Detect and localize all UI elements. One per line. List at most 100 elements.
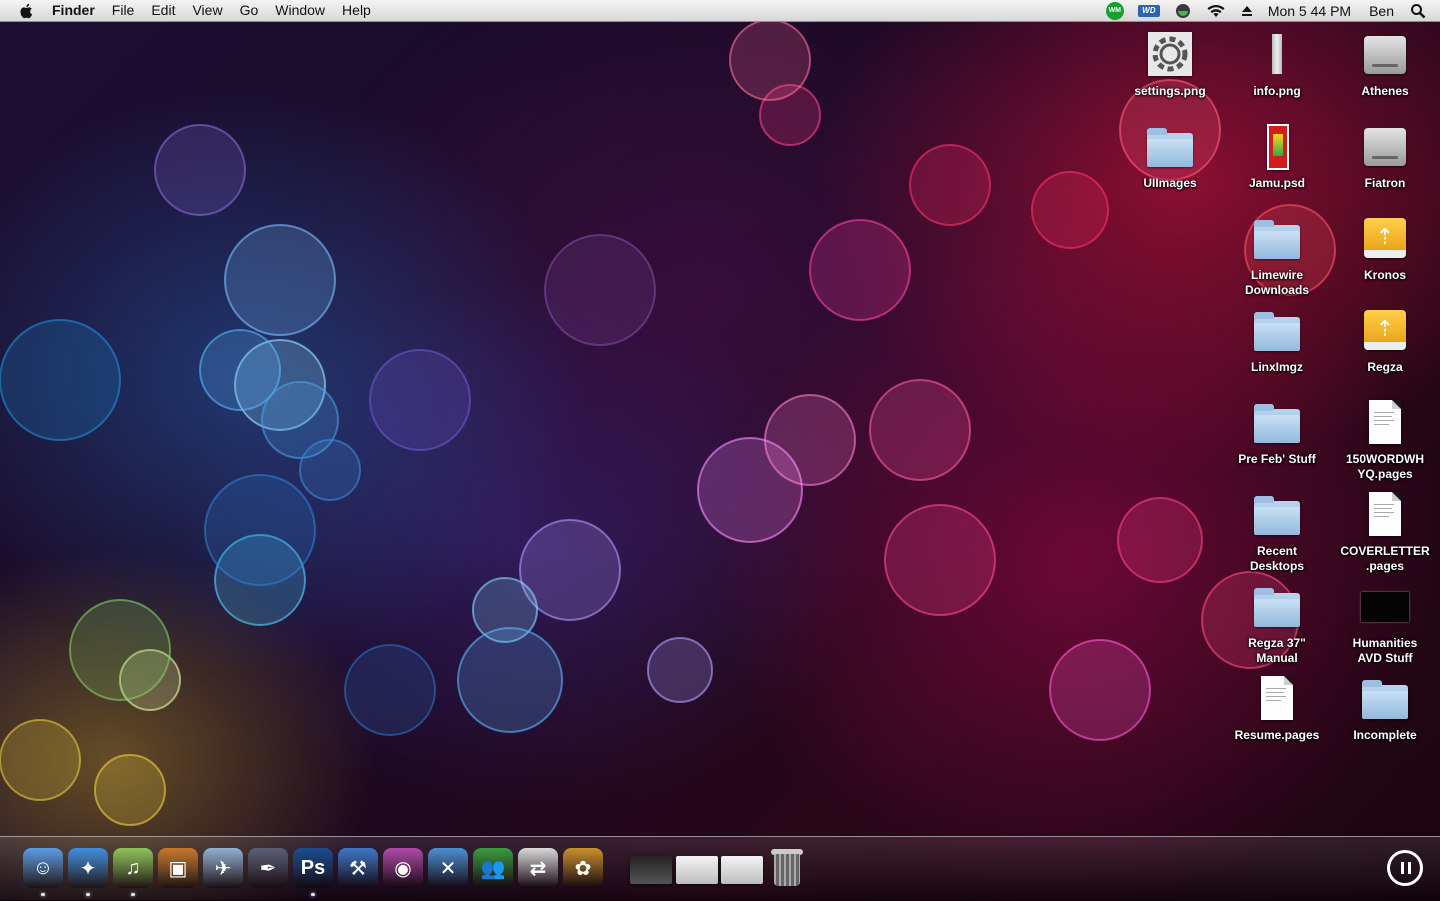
- menu-go[interactable]: Go: [240, 0, 259, 21]
- desktop-icon-humanities-avd-stuff[interactable]: Humanities AVD Stuff: [1331, 582, 1439, 666]
- dock-glyph: ✦: [79, 857, 97, 880]
- bokeh-circle: [457, 627, 563, 733]
- hard-drive-icon: [1359, 30, 1411, 82]
- bokeh-circle: [1117, 497, 1203, 583]
- desktop-icon-pre-feb-stuff[interactable]: Pre Feb' Stuff: [1223, 398, 1331, 467]
- wd-status-icon[interactable]: WD: [1137, 4, 1160, 17]
- desktop-icon-linximgz[interactable]: LinxImgz: [1223, 306, 1331, 375]
- desktop-icon-resume-pages[interactable]: Resume.pages: [1223, 674, 1331, 743]
- desktop-icon-150wordwh-yq-pages[interactable]: 150WORDWH YQ.pages: [1331, 398, 1439, 482]
- dock-glyph: ✿: [574, 857, 592, 880]
- bokeh-circle: [224, 224, 336, 336]
- bokeh-circle: [369, 349, 471, 451]
- desktop-icon-kronos[interactable]: ⇡ Kronos: [1331, 214, 1439, 283]
- bokeh-circle: [299, 439, 361, 501]
- screenshot-stack-icon[interactable]: [630, 856, 672, 884]
- gear-image-icon: [1144, 30, 1196, 82]
- running-indicator: [131, 893, 135, 896]
- photoshop-icon[interactable]: Ps: [293, 848, 333, 888]
- pause-icon[interactable]: [1387, 850, 1423, 886]
- menu-view[interactable]: View: [192, 0, 222, 21]
- wm-status-icon[interactable]: WM: [1105, 1, 1124, 20]
- dock-glyph: ✕: [439, 857, 457, 880]
- pause-bar-left: [1401, 862, 1404, 874]
- desktop-icon-regza-37-manual[interactable]: Regza 37" Manual: [1223, 582, 1331, 666]
- desktop-icon-uiimages[interactable]: UIImages: [1116, 122, 1224, 191]
- iphoto-icon[interactable]: ▣: [158, 848, 198, 888]
- spotlight-search-icon[interactable]: [1410, 3, 1426, 19]
- sync-icon[interactable]: ⇄: [518, 848, 558, 888]
- document-icon: [1251, 674, 1303, 726]
- folder-icon: [1359, 674, 1411, 726]
- usb-drive-icon: ⇡: [1359, 306, 1411, 358]
- window-stack-icon[interactable]: [676, 856, 718, 884]
- desktop-icon-label: Jamu.psd: [1248, 176, 1305, 190]
- pen-tool-icon[interactable]: ✒: [248, 848, 288, 888]
- bokeh-circle: [884, 504, 996, 616]
- desktop-icon-coverletter-pages[interactable]: COVERLETTER .pages: [1331, 490, 1439, 574]
- time-machine-icon[interactable]: [1174, 2, 1192, 20]
- preview-icon[interactable]: ✈: [203, 848, 243, 888]
- bokeh-circle: [0, 719, 81, 801]
- bokeh-circle: [69, 599, 171, 701]
- wifi-icon[interactable]: [1206, 3, 1226, 19]
- running-indicator: [41, 893, 45, 896]
- dock-glyph: Ps: [300, 856, 326, 879]
- desktop-icon-incomplete[interactable]: Incomplete: [1331, 674, 1439, 743]
- bokeh-circle: [94, 754, 166, 826]
- messenger-icon[interactable]: 👥: [473, 848, 513, 888]
- desktop-icon-regza[interactable]: ⇡ Regza: [1331, 306, 1439, 375]
- running-indicator: [311, 893, 315, 896]
- menu-app-name[interactable]: Finder: [52, 0, 95, 21]
- dock-glyph: ✒: [259, 857, 277, 880]
- dock-glyph: 👥: [480, 857, 506, 880]
- pause-bar-right: [1408, 862, 1411, 874]
- eject-icon[interactable]: [1240, 4, 1254, 18]
- desktop-icon-recent-desktops[interactable]: Recent Desktops: [1223, 490, 1331, 574]
- itunes-icon[interactable]: ♫: [113, 848, 153, 888]
- desktop-icon-label: info.png: [1253, 84, 1301, 98]
- desktop-icon-info-png[interactable]: info.png: [1223, 30, 1331, 99]
- safari-icon[interactable]: ✦: [68, 848, 108, 888]
- menu-edit[interactable]: Edit: [151, 0, 175, 21]
- document-icon: [1359, 398, 1411, 450]
- adium-icon[interactable]: ✿: [563, 848, 603, 888]
- desktop-icon-label: LinxImgz: [1250, 360, 1303, 374]
- desktop-icon-settings-png[interactable]: settings.png: [1116, 30, 1224, 99]
- desktop-icon-athenes[interactable]: Athenes: [1331, 30, 1439, 99]
- desktop-icon-jamu-psd[interactable]: Jamu.psd: [1223, 122, 1331, 191]
- desktop-icon-fiatron[interactable]: Fiatron: [1331, 122, 1439, 191]
- menu-window[interactable]: Window: [275, 0, 325, 21]
- bokeh-circle: [204, 474, 316, 586]
- folder-icon: [1251, 398, 1303, 450]
- finder-icon[interactable]: ☺: [23, 848, 63, 888]
- fast-user-switch[interactable]: Ben: [1369, 3, 1394, 19]
- bokeh-circle: [697, 437, 803, 543]
- desktop-icon-label: Kronos: [1364, 268, 1406, 282]
- desktop-icon-label: Recent Desktops: [1249, 544, 1305, 573]
- desktop-icon-label: Regza 37" Manual: [1248, 636, 1306, 665]
- hard-drive-icon: [1359, 122, 1411, 174]
- document-stack-icon[interactable]: [721, 856, 763, 884]
- dock-glyph: ⚒: [349, 857, 367, 880]
- bokeh-circle: [1031, 171, 1109, 249]
- desktop-icon-label: UIImages: [1143, 176, 1197, 190]
- desktop-icon-label: Athenes: [1361, 84, 1409, 98]
- folder-icon: [1251, 214, 1303, 266]
- menu-file[interactable]: File: [112, 0, 135, 21]
- desktop-icon-limewire-downloads[interactable]: Limewire Downloads: [1223, 214, 1331, 298]
- trash-body: [774, 854, 800, 886]
- utilities-icon[interactable]: ✕: [428, 848, 468, 888]
- growl-icon[interactable]: ◉: [383, 848, 423, 888]
- menubar-clock[interactable]: Mon 5 44 PM: [1268, 3, 1351, 19]
- bokeh-circle: [344, 644, 436, 736]
- bokeh-circle: [909, 144, 991, 226]
- menu-help[interactable]: Help: [342, 0, 371, 21]
- dock-glyph: ✈: [214, 857, 232, 880]
- trash-icon[interactable]: [770, 848, 804, 888]
- desktop-icon-label: Limewire Downloads: [1244, 268, 1309, 297]
- info-image-icon: [1251, 30, 1303, 82]
- xcode-icon[interactable]: ⚒: [338, 848, 378, 888]
- desktop-icon-label: Incomplete: [1353, 728, 1417, 742]
- apple-menu-icon[interactable]: [18, 2, 36, 20]
